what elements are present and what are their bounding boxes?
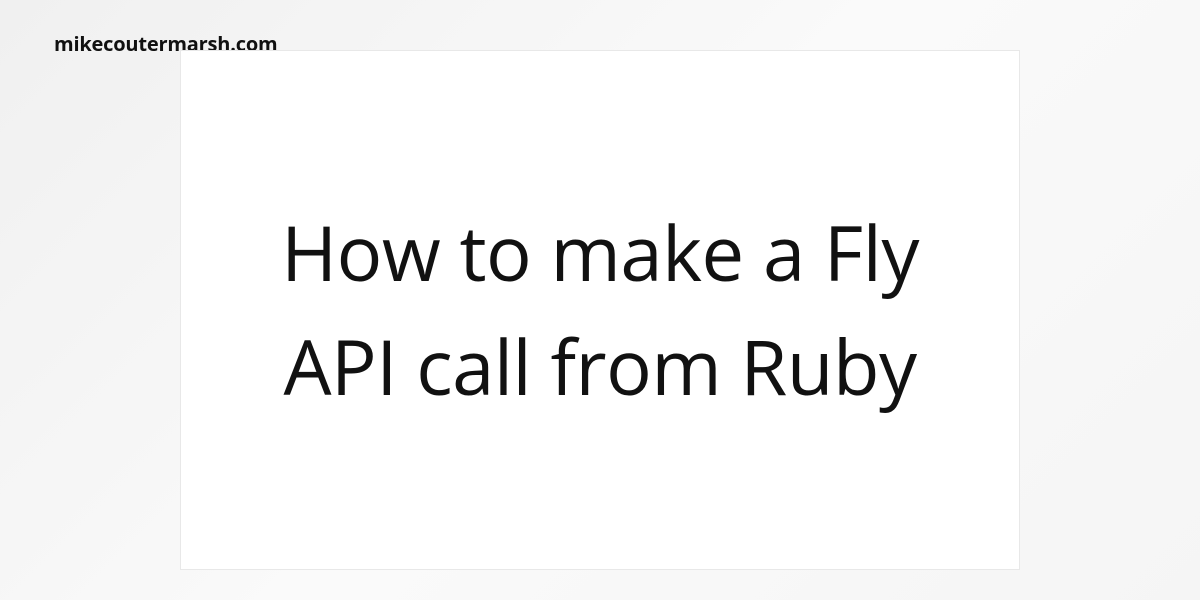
title-card: How to make a Fly API call from Ruby — [180, 50, 1020, 570]
page-title: How to make a Fly API call from Ruby — [241, 196, 959, 424]
